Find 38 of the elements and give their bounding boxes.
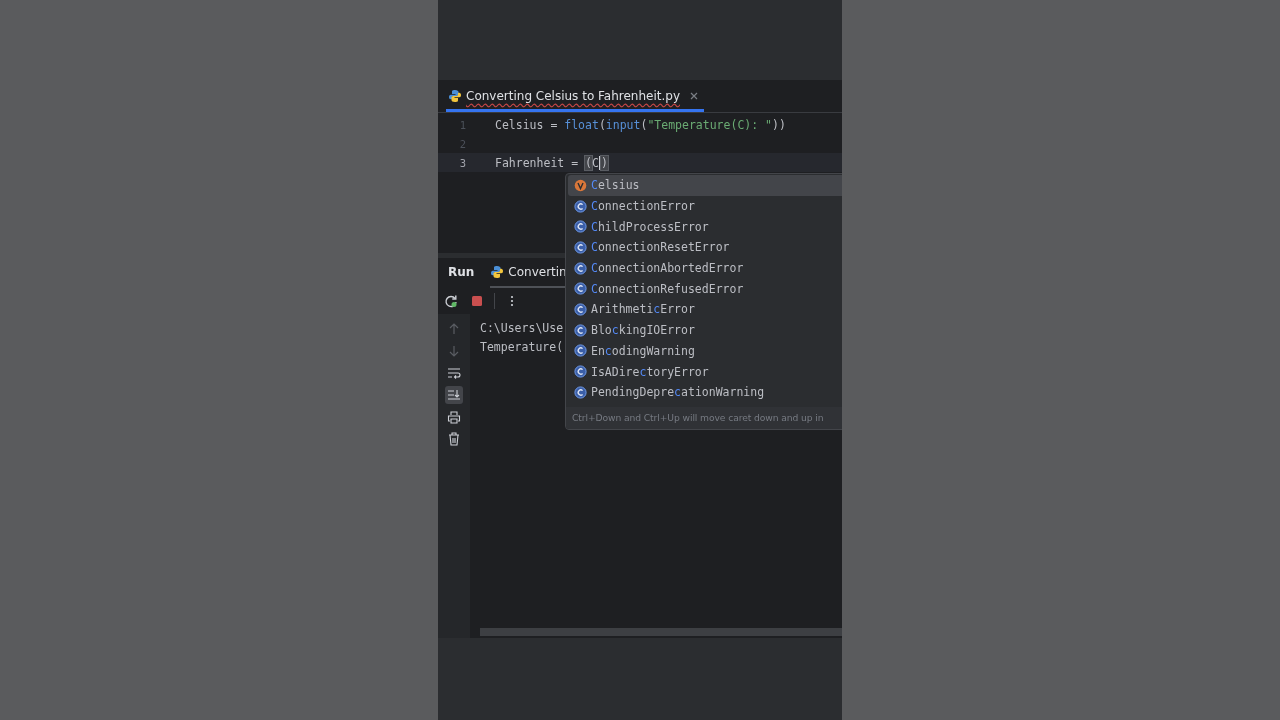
completion-item[interactable]: PendingDeprecationWarning [568,381,842,403]
scrollbar[interactable] [480,628,842,636]
python-icon [448,88,462,103]
completion-item[interactable]: BlockingIOError [568,319,842,341]
hint-text: Ctrl+Down and Ctrl+Up will move caret down and up in [566,406,842,429]
line-number: 3 [458,156,467,169]
class-icon [574,323,587,337]
completion-item[interactable]: IsADirectoryError [568,361,842,382]
python-icon [490,265,505,279]
panel-title: Run [448,265,475,279]
class-icon [574,261,587,275]
class-icon [574,365,587,379]
completion-item[interactable]: ChildProcessError [568,216,842,238]
editor-tab[interactable]: Converting Celsius to Fahrenheit.py [446,82,704,112]
class-icon [574,385,587,399]
text-caret [598,155,601,170]
class-icon [574,240,587,254]
completion-item[interactable]: ArithmeticError [568,299,842,320]
completion-item[interactable]: ConnectionResetError [568,237,842,258]
completion-item[interactable]: ConnectionError [568,195,842,217]
console-output: C:\Users\Use [480,321,564,337]
close-icon[interactable] [690,91,698,100]
completion-item[interactable]: EncodingWarning [568,340,842,362]
class-icon [574,302,587,316]
code-line: Fahrenheit = (C ) [495,155,608,170]
class-icon [574,220,587,234]
completion-item[interactable]: ConnectionAbortedError [568,257,842,279]
completion-item[interactable]: Celsius [568,175,842,196]
completion-item[interactable]: ConnectionRefusedError [568,278,842,300]
class-icon [574,199,587,213]
class-icon [574,344,587,358]
variable-icon [574,178,587,192]
scroll-to-end-icon[interactable] [445,386,463,404]
class-icon [574,282,587,296]
print-icon[interactable] [445,408,463,426]
code-line: Celsius = float(input("Temperature(C): ")) [495,117,786,132]
run-tab[interactable]: Convertin [490,265,567,279]
console-output: Temperature( [480,340,564,356]
